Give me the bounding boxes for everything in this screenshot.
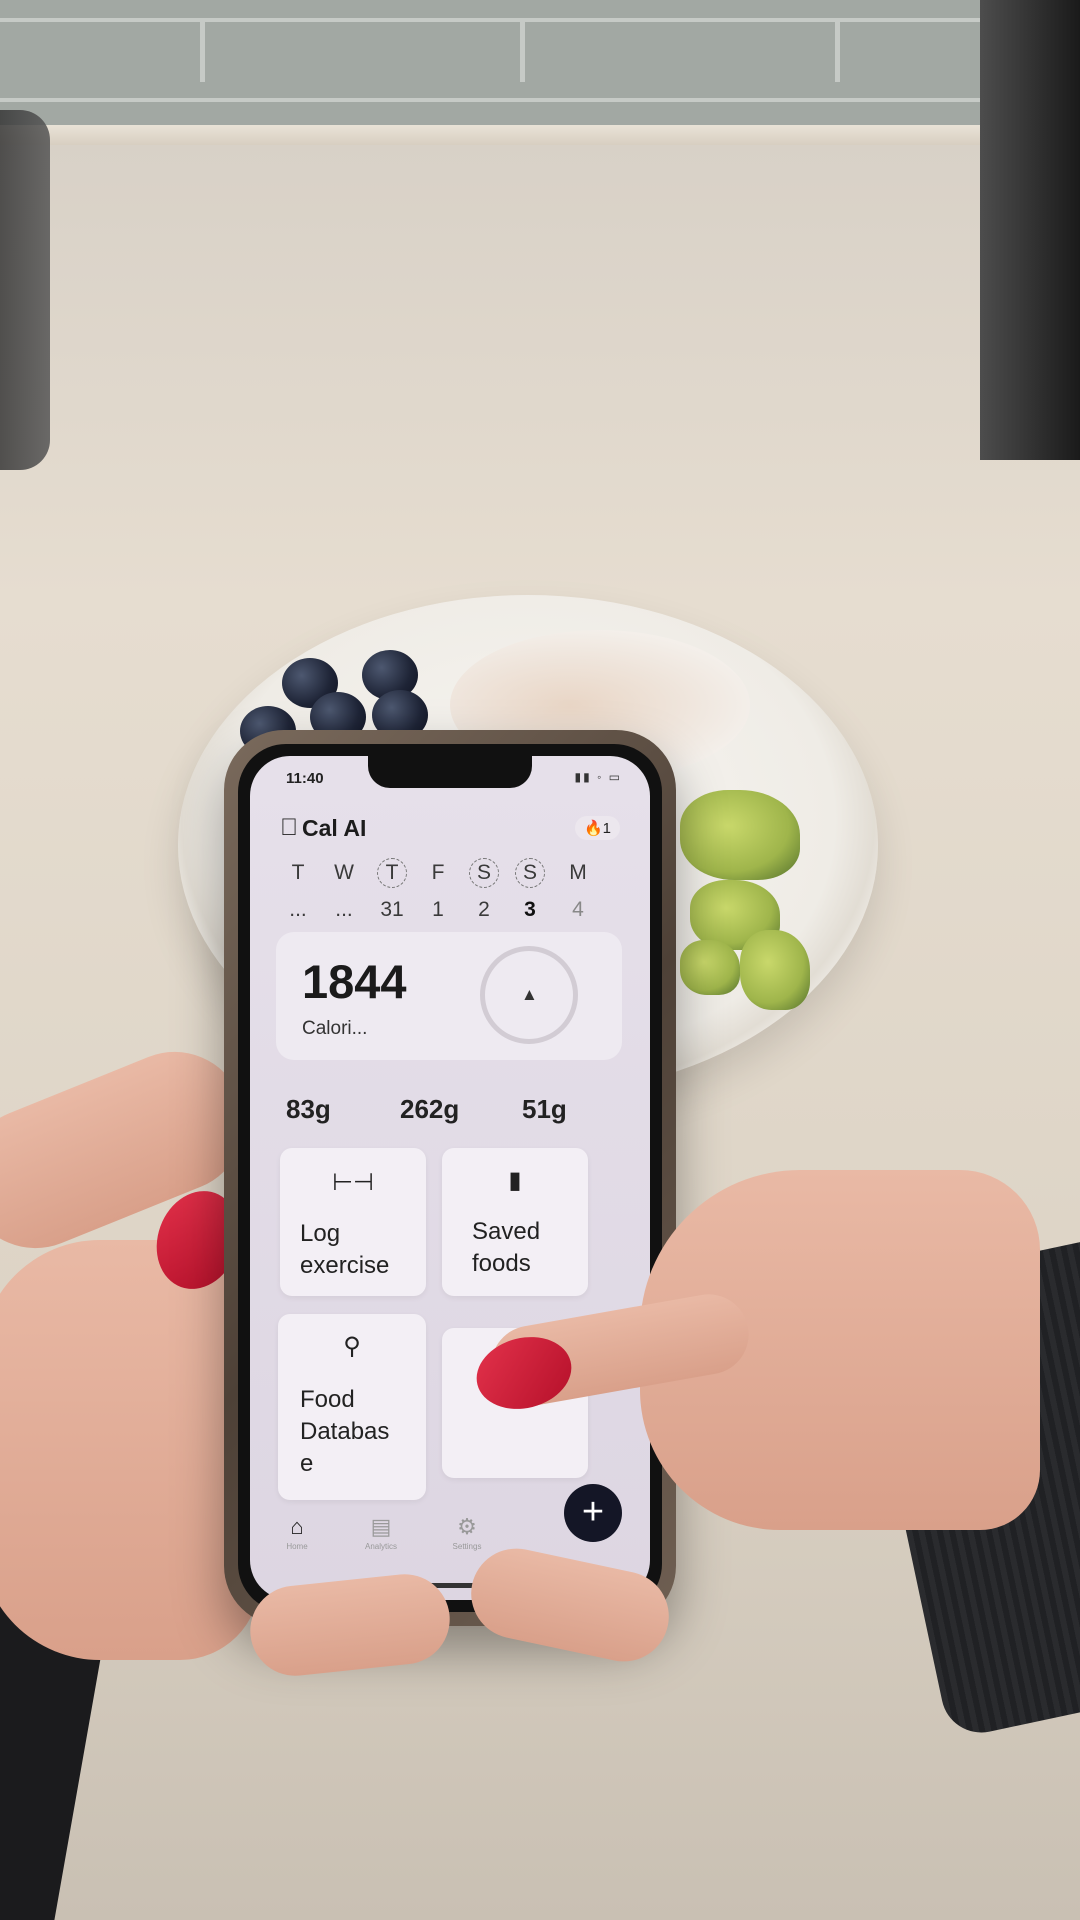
food-database-button[interactable]: ⚲ Food Databas e — [278, 1314, 426, 1500]
day-letter: F — [431, 861, 445, 884]
phone: 11:40 ▮▮ ◦ ▭  Cal AI 🔥1 T... W... T 31 F 1 S 2… — [224, 730, 676, 1626]
avocado-slice — [680, 790, 800, 880]
log-exercise-button[interactable]: ⊢⊣ Log exercise — [280, 1148, 426, 1296]
gear-icon: ⚙ — [457, 1514, 477, 1539]
appliance-left — [0, 110, 50, 470]
day-letter: S — [469, 858, 499, 888]
left-palm — [0, 1240, 260, 1660]
day-number: 2 — [478, 898, 490, 921]
tab-home-label: Home — [286, 1542, 308, 1551]
apple-icon:  — [280, 814, 298, 842]
day-letter: S — [515, 858, 545, 888]
bar-chart-icon: ▤ — [370, 1514, 392, 1539]
appliance-right — [980, 0, 1080, 460]
phone-screen: 11:40 ▮▮ ◦ ▭  Cal AI 🔥1 T... W... T 31 F 1 S 2… — [250, 756, 650, 1600]
macro-protein: 83g — [286, 1094, 331, 1124]
notch — [368, 756, 532, 788]
saved-foods-label-2: foods — [472, 1250, 531, 1277]
food-database-label-2: Databas — [300, 1418, 390, 1445]
tab-settings[interactable]: ⚙ Settings — [432, 1514, 502, 1551]
bookmark-icon: ▮ — [508, 1167, 522, 1194]
status-time: 11:40 — [286, 770, 324, 787]
day-number: 3 — [524, 898, 536, 921]
dumbbell-icon: ⊢⊣ — [332, 1169, 374, 1196]
calories-progress-ring: ▲ — [480, 946, 578, 1044]
calories-label: Calori... — [302, 1018, 368, 1039]
avocado-slice — [740, 930, 810, 1010]
food-database-label-1: Food — [300, 1386, 355, 1413]
saved-foods-button[interactable]: ▮ Saved foods — [442, 1148, 588, 1296]
day-letter: T — [291, 861, 305, 884]
photo-scene: 11:40 ▮▮ ◦ ▭  Cal AI 🔥1 T... W... T 31 F 1 S 2… — [0, 0, 1080, 1920]
app-title: Cal AI — [284, 814, 366, 841]
macro-fat: 51g — [522, 1094, 567, 1124]
status-icons: ▮▮ ◦ ▭ — [574, 770, 622, 784]
avocado-slice — [680, 940, 740, 995]
log-exercise-label-1: Log — [300, 1220, 341, 1247]
tab-settings-label: Settings — [452, 1542, 482, 1551]
day-letter: M — [569, 861, 587, 884]
saved-foods-label-1: Saved — [472, 1218, 541, 1245]
flame-icon: ▲ — [521, 985, 538, 1004]
day-letter: W — [334, 861, 354, 884]
tab-analytics[interactable]: ▤ Analytics — [346, 1514, 416, 1551]
add-button[interactable]: + — [564, 1484, 622, 1542]
search-icon: ⚲ — [343, 1333, 361, 1360]
food-database-label-3: e — [300, 1450, 314, 1477]
day-number: ... — [335, 898, 353, 921]
countertop-edge — [0, 125, 1080, 145]
macros-row: 83g 262g 51g — [286, 1094, 630, 1124]
day-number: 4 — [572, 898, 584, 921]
calories-value: 1844 — [302, 955, 407, 1008]
app-header:  Cal AI — [280, 814, 366, 842]
tab-analytics-label: Analytics — [364, 1542, 397, 1551]
day-letter: T — [377, 858, 407, 888]
log-exercise-label-2: exercise — [300, 1252, 390, 1279]
day-number: ... — [289, 898, 307, 921]
macro-carbs: 262g — [400, 1094, 460, 1124]
calories-card[interactable]: 1844 Calori... ▲ — [276, 932, 622, 1060]
tile-backsplash — [0, 0, 1080, 130]
day-number: 31 — [380, 898, 404, 921]
home-icon: ⌂ — [290, 1514, 304, 1539]
tab-home[interactable]: ⌂ Home — [262, 1514, 332, 1551]
day-number: 1 — [432, 898, 444, 921]
streak-badge[interactable]: 🔥1 — [574, 816, 620, 840]
